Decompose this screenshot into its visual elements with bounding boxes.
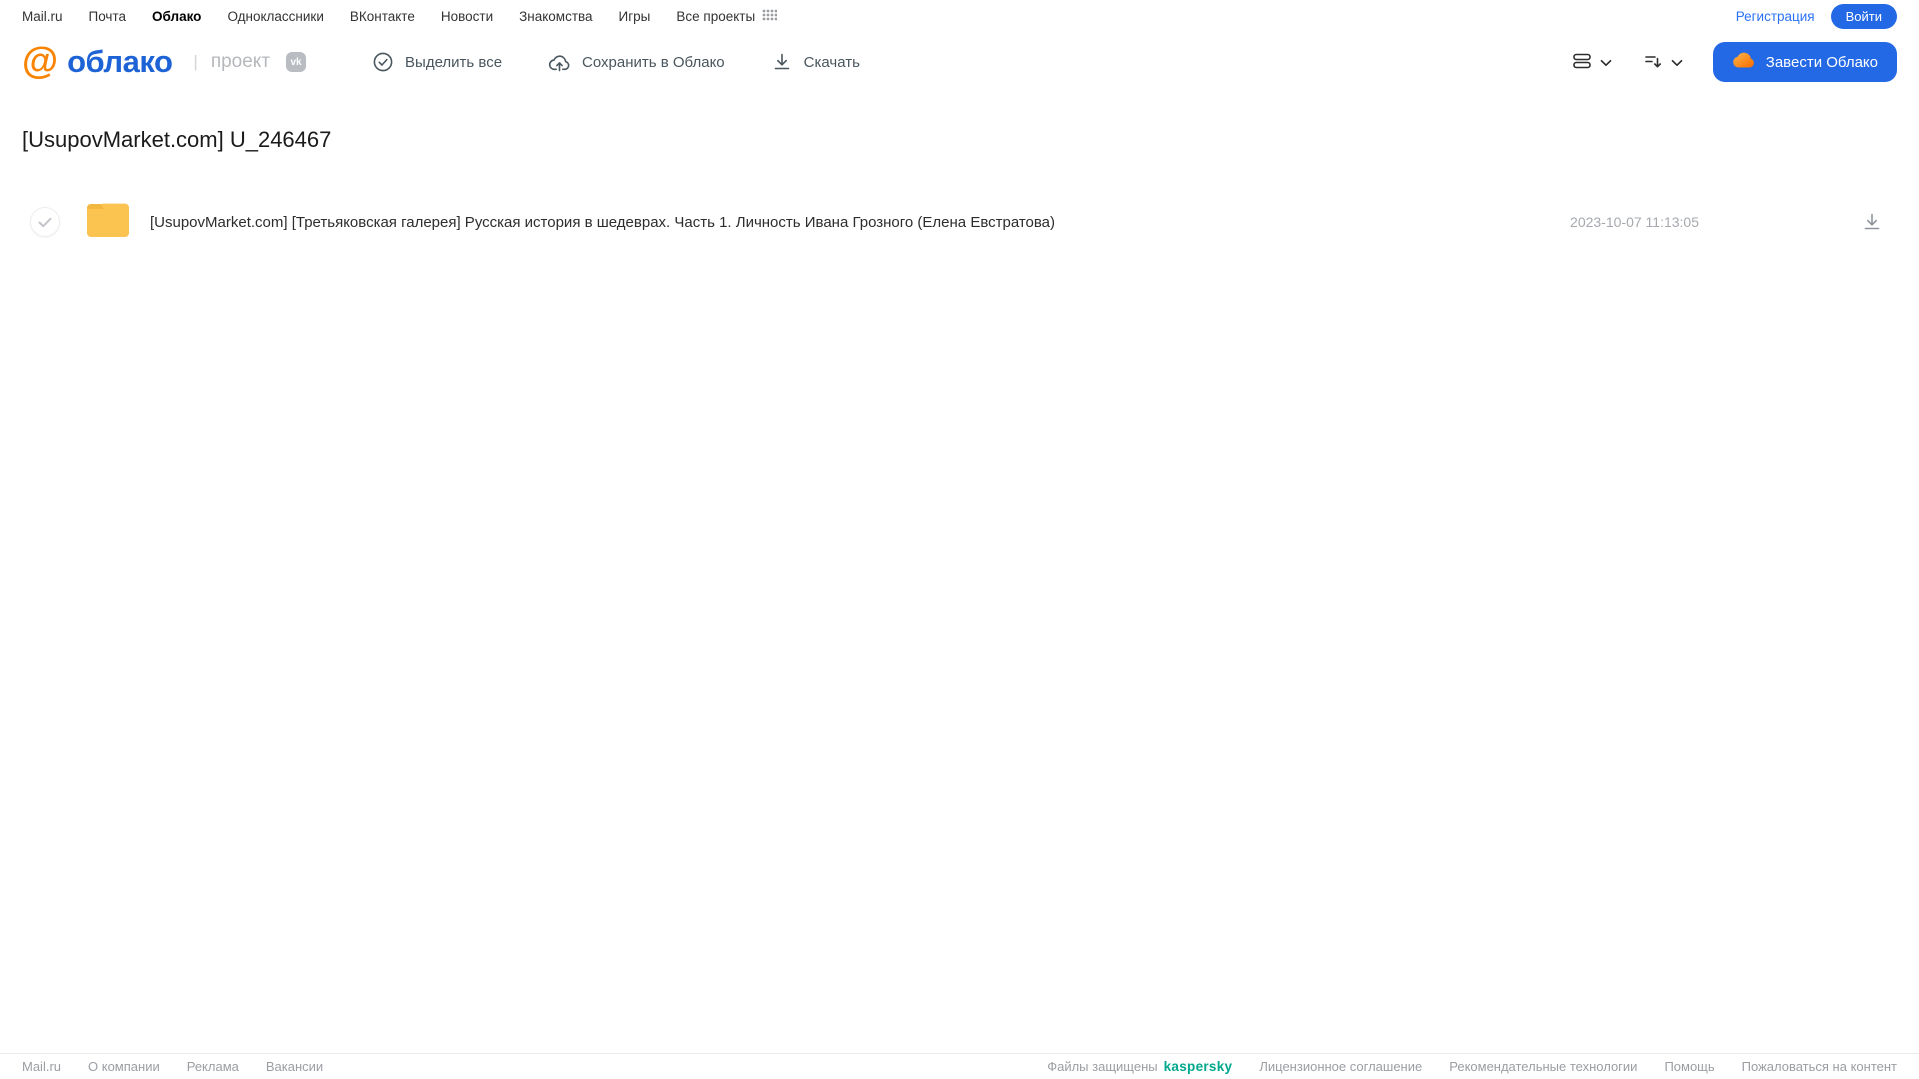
mailru-at-icon: @ bbox=[22, 39, 59, 81]
footer-link-ads[interactable]: Реклама bbox=[187, 1059, 239, 1074]
kaspersky-protected: Файлы защищены kaspersky bbox=[1047, 1059, 1232, 1074]
file-toolbar: Выделить все Сохранить в Облако Скачать bbox=[372, 51, 860, 73]
file-date: 2023-10-07 11:13:05 bbox=[1570, 214, 1699, 230]
footer-link-recommendation-tech[interactable]: Рекомендательные технологии bbox=[1449, 1059, 1637, 1074]
sort-dropdown[interactable] bbox=[1642, 50, 1683, 75]
footer-left-links: Mail.ru О компании Реклама Вакансии bbox=[22, 1059, 323, 1074]
footer-right-links: Файлы защищены kaspersky Лицензионное со… bbox=[1047, 1059, 1897, 1074]
cloud-upload-icon bbox=[548, 51, 571, 73]
vk-badge-icon: vk bbox=[286, 52, 307, 72]
kaspersky-logo: kaspersky bbox=[1163, 1059, 1233, 1074]
logo-divider: | bbox=[193, 52, 198, 71]
cloud-header: @ облако | проект vk Выделить все Сохран… bbox=[0, 33, 1919, 91]
orange-cloud-icon bbox=[1732, 52, 1755, 72]
file-row[interactable]: [UsupovMarket.com] [Третьяковская галере… bbox=[0, 195, 1919, 249]
check-icon bbox=[38, 217, 52, 227]
footer-link-help[interactable]: Помощь bbox=[1664, 1059, 1714, 1074]
header-right-controls: Завести Облако bbox=[1571, 42, 1897, 82]
topnav-link-mail[interactable]: Почта bbox=[89, 9, 127, 24]
get-cloud-label: Завести Облако bbox=[1765, 53, 1878, 71]
view-mode-dropdown[interactable] bbox=[1571, 50, 1612, 75]
login-button[interactable]: Войти bbox=[1830, 4, 1897, 29]
footer-link-mailru[interactable]: Mail.ru bbox=[22, 1059, 61, 1074]
download-label: Скачать bbox=[803, 53, 860, 71]
protected-label: Файлы защищены bbox=[1047, 1059, 1158, 1074]
all-projects-label: Все проекты bbox=[676, 9, 756, 24]
row-download-button[interactable] bbox=[1861, 211, 1883, 233]
save-to-cloud-label: Сохранить в Облако bbox=[582, 53, 725, 71]
topnav-link-all-projects[interactable]: Все проекты bbox=[676, 9, 778, 24]
topnav-link-dating[interactable]: Знакомства bbox=[519, 9, 592, 24]
apps-grid-icon bbox=[762, 9, 778, 24]
folder-icon bbox=[85, 201, 131, 244]
topnav-link-news[interactable]: Новости bbox=[441, 9, 493, 24]
list-view-icon bbox=[1571, 50, 1593, 75]
footer-link-report-content[interactable]: Пожаловаться на контент bbox=[1742, 1059, 1897, 1074]
cloud-logo[interactable]: @ облако | проект vk bbox=[22, 39, 307, 81]
page-title: [UsupovMarket.com] U_246467 bbox=[22, 127, 332, 152]
topnav-auth: Регистрация Войти bbox=[1736, 4, 1897, 29]
save-to-cloud-button[interactable]: Сохранить в Облако bbox=[548, 51, 725, 73]
cloud-logo-text: облако bbox=[67, 44, 173, 79]
topnav-link-cloud[interactable]: Облако bbox=[152, 9, 201, 24]
topnav-link-games[interactable]: Игры bbox=[619, 9, 651, 24]
topnav-link-odnoklassniki[interactable]: Одноклассники bbox=[227, 9, 323, 24]
footer-link-about[interactable]: О компании bbox=[88, 1059, 160, 1074]
download-icon bbox=[1864, 213, 1880, 230]
row-checkbox[interactable] bbox=[30, 207, 60, 237]
select-all-button[interactable]: Выделить все bbox=[372, 51, 502, 73]
get-cloud-button[interactable]: Завести Облако bbox=[1712, 42, 1897, 82]
chevron-down-icon bbox=[1600, 55, 1612, 70]
portal-nav: Mail.ru Почта Облако Одноклассники ВКонт… bbox=[0, 0, 1919, 33]
topnav-link-mailru[interactable]: Mail.ru bbox=[22, 9, 63, 24]
project-label: проект bbox=[210, 51, 271, 72]
chevron-down-icon bbox=[1671, 55, 1683, 70]
register-link[interactable]: Регистрация bbox=[1736, 9, 1815, 24]
download-icon bbox=[771, 51, 793, 73]
select-all-label: Выделить все bbox=[405, 53, 503, 71]
file-list: [UsupovMarket.com] [Третьяковская галере… bbox=[0, 195, 1919, 249]
footer: Mail.ru О компании Реклама Вакансии Файл… bbox=[0, 1053, 1919, 1079]
file-name-link[interactable]: [UsupovMarket.com] [Третьяковская галере… bbox=[150, 214, 1055, 231]
topnav-link-vkontakte[interactable]: ВКонтакте bbox=[350, 9, 415, 24]
footer-link-jobs[interactable]: Вакансии bbox=[266, 1059, 323, 1074]
check-circle-icon bbox=[372, 51, 394, 73]
download-button[interactable]: Скачать bbox=[771, 51, 860, 73]
sort-icon bbox=[1642, 50, 1664, 75]
footer-link-license[interactable]: Лицензионное соглашение bbox=[1259, 1059, 1422, 1074]
